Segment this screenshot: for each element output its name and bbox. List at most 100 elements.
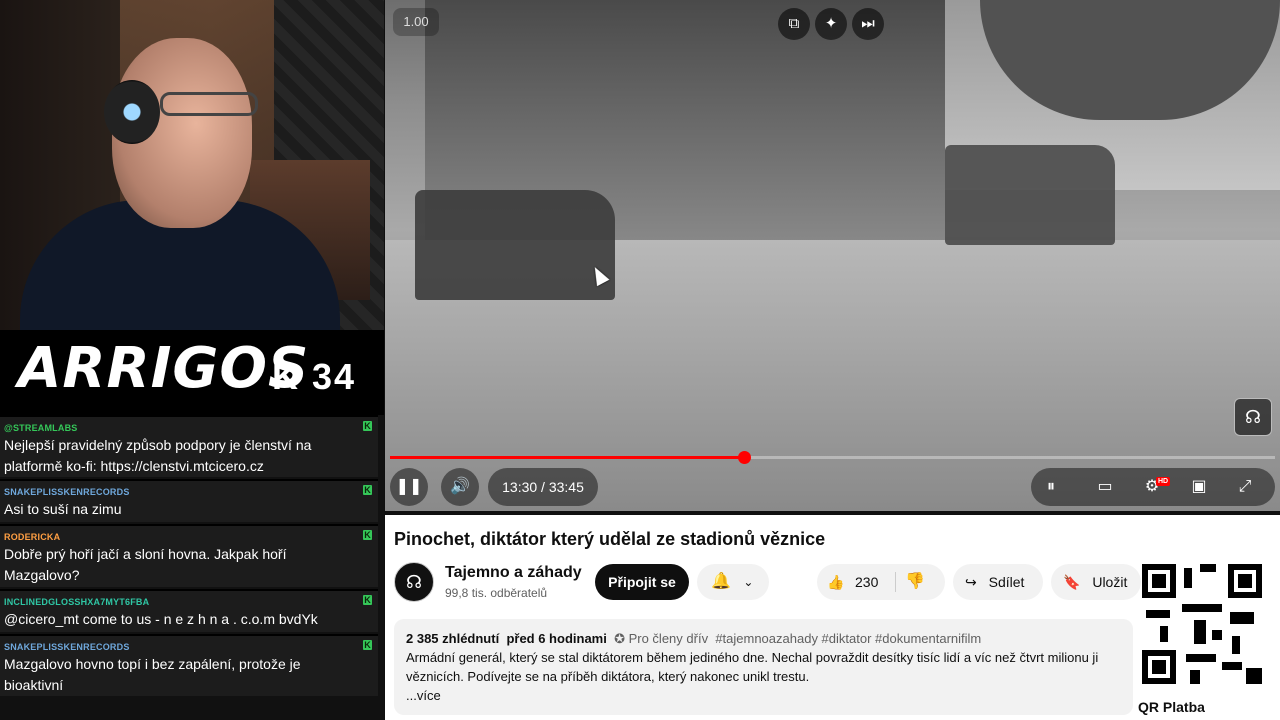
- qr-module: [1194, 620, 1206, 644]
- show-more-link[interactable]: ...více: [406, 686, 1121, 705]
- fullscreen-icon[interactable]: ⤢: [1227, 468, 1263, 506]
- qr-finder-core: [1152, 574, 1166, 588]
- thumbs-down-icon: 👎: [905, 573, 925, 590]
- qr-module: [1160, 626, 1168, 642]
- channel-watermark-icon[interactable]: ☊: [1234, 398, 1272, 436]
- chat-message: SNAKEPLISSKENRECORDS Mazgalovo hovno top…: [0, 634, 378, 696]
- chat-text: @cicero_mt come to us - n e z h n a . c.…: [4, 611, 318, 627]
- dislike-button[interactable]: 👎: [905, 564, 925, 600]
- like-button[interactable]: 👍: [827, 564, 844, 600]
- join-button[interactable]: Připojit se: [595, 564, 689, 600]
- chat-message: RODERICKA Dobře prý hoří jačí a sloní ho…: [0, 524, 378, 587]
- video-frame-truck: [945, 145, 1115, 245]
- stream-sidebar: ARRIGOS K 34 @STREAMLABS Nejlepší pravid…: [0, 0, 384, 720]
- qr-finder-core: [1152, 660, 1166, 674]
- subscriber-count: 99,8 tis. odběratelů: [445, 586, 548, 600]
- miniplayer-icon[interactable]: ⧉: [778, 8, 810, 40]
- qr-module: [1146, 610, 1170, 618]
- chat-badge-icon: K: [363, 421, 372, 431]
- qr-module: [1184, 568, 1192, 588]
- video-title: Pinochet, diktátor který udělal ze stadi…: [394, 529, 826, 549]
- volume-icon: 🔊: [450, 478, 470, 495]
- qr-module: [1186, 654, 1216, 662]
- subtitles-icon[interactable]: ▭: [1087, 468, 1123, 506]
- time-display: 13:30 / 33:45: [488, 468, 598, 506]
- channel-avatar[interactable]: ☊: [394, 562, 434, 602]
- screen: ARRIGOS K 34 @STREAMLABS Nejlepší pravid…: [0, 0, 1280, 720]
- chat-message: @STREAMLABS Nejlepší pravidelný způsob p…: [0, 415, 378, 477]
- qr-module: [1190, 670, 1200, 684]
- channel-name[interactable]: Tajemno a záhady: [445, 564, 582, 582]
- playback-speed-indicator[interactable]: 1.00: [393, 8, 439, 36]
- qr-module: [1222, 662, 1242, 670]
- qr-module: [1212, 630, 1222, 640]
- sparkle-icon[interactable]: ✦: [815, 8, 847, 40]
- chat-text: Dobře prý hoří jačí a sloní hovna. Jakpa…: [4, 546, 287, 583]
- theater-icon[interactable]: ▣: [1181, 468, 1217, 506]
- next-icon[interactable]: ⏭: [852, 8, 884, 40]
- chevron-down-icon: ⌄: [743, 575, 754, 589]
- chat-username: @STREAMLABS: [4, 423, 78, 433]
- description-text: Armádní generál, který se stal diktátore…: [406, 650, 1099, 684]
- description-box[interactable]: 2 385 zhlédnutí před 6 hodinami ✪ Pro čl…: [394, 619, 1133, 715]
- progress-bar-played: [390, 456, 744, 459]
- upload-age: před 6 hodinami: [506, 631, 607, 646]
- notification-bell-button[interactable]: 🔔 ⌄: [697, 564, 769, 600]
- settings-icon[interactable]: ⚙: [1134, 468, 1170, 506]
- chat-badge-icon: K: [363, 640, 372, 650]
- qr-label: QR Platba: [1138, 699, 1205, 715]
- save-button[interactable]: 🔖 Uložit: [1051, 564, 1141, 600]
- webcam-person-glasses: [160, 92, 258, 116]
- chat-username: INCLINEDGLOSSHXA7MYT6FBA: [4, 597, 150, 607]
- pause-button[interactable]: ❚❚: [390, 468, 428, 506]
- webcam-feed: [0, 0, 384, 330]
- chat-text: Asi to suší na zimu: [4, 501, 122, 517]
- like-count: 230: [855, 574, 879, 590]
- qr-module: [1232, 636, 1240, 654]
- chat-panel: @STREAMLABS Nejlepší pravidelný způsob p…: [0, 415, 384, 720]
- video-frame-truck: [415, 190, 615, 300]
- divider: [895, 572, 896, 592]
- qr-module: [1230, 612, 1254, 624]
- members-first-label: ✪ Pro členy dřív: [614, 631, 709, 646]
- qr-finder-core: [1238, 574, 1252, 588]
- pause-icon: ❚❚: [395, 478, 423, 495]
- thumbs-up-icon: 👍: [827, 574, 845, 590]
- chat-username: SNAKEPLISSKENRECORDS: [4, 487, 130, 497]
- qr-module: [1246, 668, 1262, 684]
- description-meta: 2 385 zhlédnutí před 6 hodinami ✪ Pro čl…: [406, 629, 1121, 648]
- stream-brand-banner: ARRIGOS K 34: [0, 330, 384, 415]
- headset-icon: [104, 80, 160, 144]
- members-first-text: Pro členy dřív: [628, 631, 709, 646]
- chat-username: RODERICKA: [4, 532, 61, 542]
- chat-badge-icon: K: [363, 530, 372, 540]
- brand-logo: ARRIGOS: [18, 336, 310, 401]
- player-right-controls: ⏸ ▭ ⚙ HD ▣ ⤢: [1031, 468, 1275, 506]
- chat-text: Nejlepší pravidelný způsob podpory je čl…: [4, 437, 312, 474]
- brand-code: K 34: [272, 356, 357, 397]
- hashtags[interactable]: #tajemnoazahady #diktator #dokumentarnif…: [715, 631, 981, 646]
- like-dislike-group: 👍 230 👎: [817, 564, 945, 600]
- video-info: Pinochet, diktátor který udělal ze stadi…: [385, 515, 1280, 720]
- chat-message: INCLINEDGLOSSHXA7MYT6FBA @cicero_mt come…: [0, 589, 378, 632]
- progress-bar[interactable]: [390, 451, 1275, 464]
- autoplay-toggle-icon[interactable]: ⏸: [1033, 468, 1069, 506]
- share-label: Sdílet: [988, 574, 1025, 590]
- progress-scrubber[interactable]: [738, 451, 751, 464]
- view-count: 2 385 zhlédnutí: [406, 631, 500, 646]
- chat-badge-icon: K: [363, 595, 372, 605]
- hd-badge: HD: [1156, 477, 1171, 486]
- bookmark-icon: 🔖: [1063, 574, 1081, 590]
- video-player[interactable]: 1.00 ⧉ ✦ ⏭ ☊ ❚❚ 🔊 13:30 / 33:45 ⏸ ▭ ⚙ HD…: [385, 0, 1280, 511]
- qr-code: [1142, 564, 1262, 684]
- chat-message: SNAKEPLISSKENRECORDS Asi to suší na zimu…: [0, 479, 378, 522]
- share-button[interactable]: ↪ Sdílet: [953, 564, 1043, 600]
- bell-icon: 🔔: [711, 573, 731, 590]
- chat-username: SNAKEPLISSKENRECORDS: [4, 642, 130, 652]
- chat-text: Mazgalovo hovno topí i bez zapálení, pro…: [4, 656, 301, 693]
- chat-badge-icon: K: [363, 485, 372, 495]
- save-label: Uložit: [1092, 574, 1128, 590]
- volume-button[interactable]: 🔊: [441, 468, 479, 506]
- qr-module: [1182, 604, 1222, 612]
- share-icon: ↪: [965, 574, 977, 590]
